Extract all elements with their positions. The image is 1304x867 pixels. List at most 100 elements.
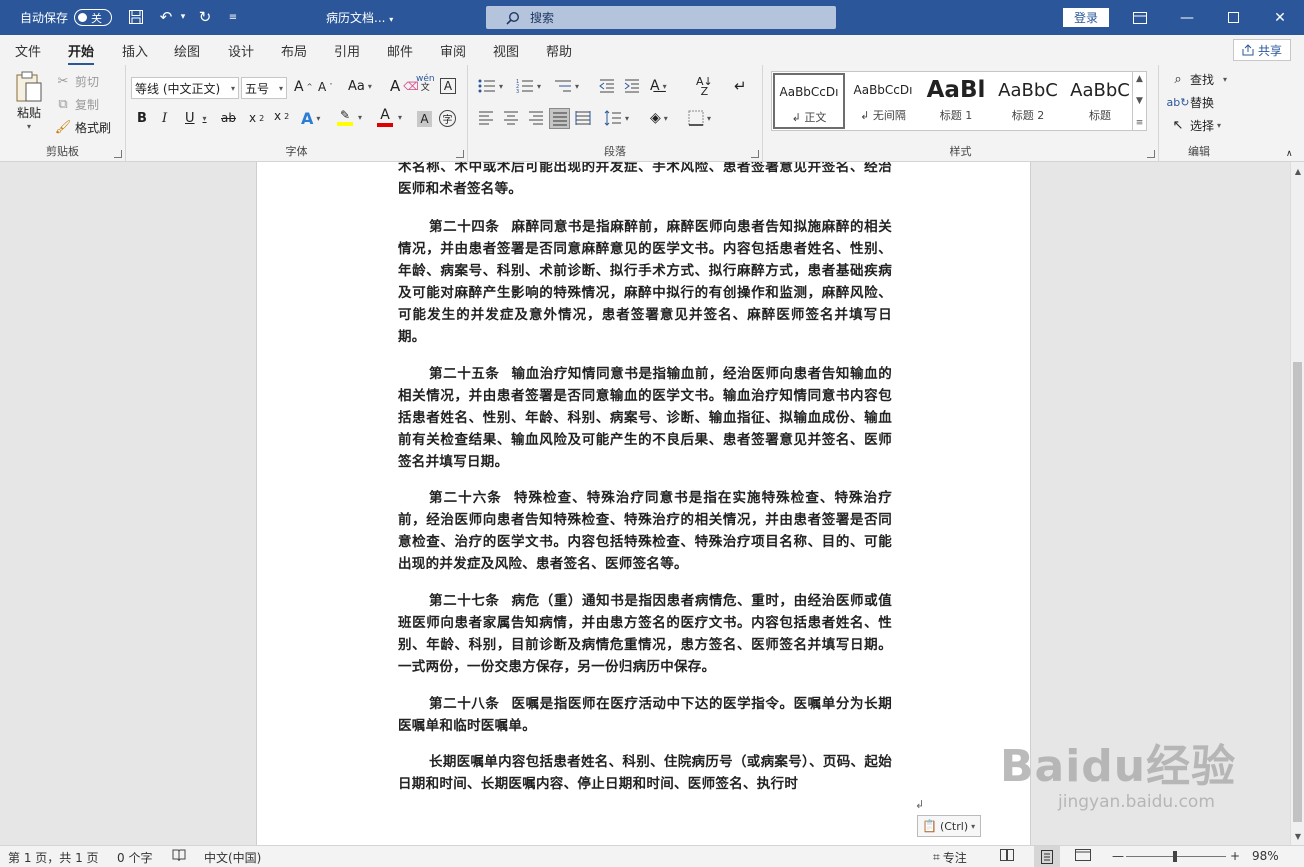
document-page[interactable]: 术名称、术中或术后可能出现的并发症、手术风险、患者签署意见并签名、经治医师和术者…	[256, 162, 1031, 845]
grow-font-icon[interactable]: A ^	[294, 79, 312, 95]
redo-icon[interactable]: ↻	[194, 7, 216, 27]
read-mode-icon[interactable]	[1000, 849, 1014, 861]
superscript-icon[interactable]: x2	[274, 109, 289, 123]
language[interactable]: 中文(中国)	[204, 849, 261, 866]
font-color-icon[interactable]: A	[377, 107, 393, 127]
focus-mode[interactable]: ⌗ 专注	[933, 849, 967, 866]
font-color-dropdown-icon[interactable]: ▾	[398, 113, 402, 122]
font-name-combo[interactable]: 等线 (中文正文) ▾	[131, 77, 239, 99]
subscript-icon[interactable]: x2	[249, 111, 264, 125]
tab-home[interactable]: 开始	[68, 41, 95, 66]
asian-layout-icon[interactable]: A͟ ▾	[650, 78, 667, 94]
clipboard-launcher-icon[interactable]	[114, 150, 122, 158]
paste-options-button[interactable]: 📋 (Ctrl) ▾	[917, 815, 981, 837]
customize-toolbar-icon[interactable]: ≡	[222, 7, 244, 27]
increase-indent-icon[interactable]	[624, 79, 640, 93]
format-painter-button[interactable]: 🖌 格式刷	[54, 118, 111, 136]
bold-icon[interactable]: B	[137, 111, 147, 126]
character-shading-icon[interactable]: A	[417, 111, 432, 127]
replace-button[interactable]: ab↻ 替换	[1167, 93, 1214, 111]
scroll-up-icon[interactable]: ▲	[1291, 164, 1304, 178]
phonetic-guide-icon[interactable]: wén 文	[416, 75, 435, 93]
vertical-scrollbar[interactable]: ▲ ▼	[1290, 162, 1304, 845]
styles-launcher-icon[interactable]	[1147, 150, 1155, 158]
style-title[interactable]: AaBbC 标题	[1064, 73, 1136, 129]
align-center-icon[interactable]	[503, 111, 519, 125]
maximize-icon[interactable]	[1210, 0, 1256, 35]
style-heading-2[interactable]: AaBbC 标题 2	[992, 73, 1064, 129]
tab-mailings[interactable]: 邮件	[387, 41, 413, 60]
print-layout-icon[interactable]	[1034, 846, 1060, 867]
ribbon-display-icon[interactable]	[1117, 0, 1163, 35]
shrink-font-icon[interactable]: Aˇ	[318, 80, 333, 94]
decrease-indent-icon[interactable]	[599, 79, 615, 93]
paste-button[interactable]: 粘贴 ▾	[14, 71, 44, 131]
cut-button[interactable]: ✂ 剪切	[54, 72, 99, 90]
proofing-icon[interactable]	[172, 849, 186, 862]
styles-down-icon[interactable]: ▼	[1136, 96, 1143, 106]
select-button[interactable]: ↖ 选择 ▾	[1169, 116, 1221, 134]
style-no-spacing[interactable]: AaBbCcDı ↲ 无间隔	[847, 73, 919, 129]
tab-insert[interactable]: 插入	[122, 41, 148, 60]
autosave[interactable]: 自动保存 关	[20, 9, 113, 26]
justify-icon[interactable]	[549, 108, 570, 129]
style-heading-1[interactable]: AaBl 标题 1	[920, 73, 992, 129]
tab-references[interactable]: 引用	[334, 41, 360, 60]
save-icon[interactable]	[125, 7, 147, 27]
tab-design[interactable]: 设计	[228, 41, 254, 60]
align-left-icon[interactable]	[478, 111, 494, 125]
word-count[interactable]: 0 个字	[117, 849, 152, 866]
page-count[interactable]: 第 1 页，共 1 页	[8, 849, 99, 866]
shading-icon[interactable]: ◈ ▾	[650, 110, 668, 126]
share-button[interactable]: 共享	[1233, 39, 1291, 61]
text-effects-icon[interactable]: A ▾	[301, 109, 320, 128]
highlight-dropdown-icon[interactable]: ▾	[358, 113, 362, 122]
tab-help[interactable]: 帮助	[546, 41, 572, 60]
minimize-icon[interactable]: —	[1164, 0, 1210, 35]
italic-icon[interactable]: I	[162, 111, 167, 126]
show-formatting-icon[interactable]: ↵	[734, 77, 747, 95]
find-button[interactable]: ⌕ 查找 ▾	[1169, 70, 1227, 88]
style-normal[interactable]: AaBbCcDı ↲ 正文	[773, 73, 845, 129]
paragraph-launcher-icon[interactable]	[751, 150, 759, 158]
font-size-combo[interactable]: 五号 ▾	[241, 77, 287, 99]
tab-layout[interactable]: 布局	[281, 41, 307, 60]
styles-more-icon[interactable]: ≡	[1136, 118, 1144, 128]
zoom-level[interactable]: 98%	[1252, 849, 1279, 863]
tab-view[interactable]: 视图	[493, 41, 519, 60]
sort-icon[interactable]: A↓ Z	[696, 76, 713, 97]
zoom-slider-thumb[interactable]	[1173, 851, 1177, 862]
scroll-thumb[interactable]	[1293, 362, 1302, 822]
autosave-toggle[interactable]: 关	[74, 9, 113, 26]
clear-format-icon[interactable]: A ⌫	[390, 77, 419, 95]
highlight-icon[interactable]: ✎	[337, 108, 353, 126]
borders-icon[interactable]: ▾	[688, 110, 711, 126]
line-spacing-icon[interactable]: ▾	[604, 110, 629, 126]
underline-icon[interactable]: U ▾	[185, 111, 207, 126]
styles-up-icon[interactable]: ▲	[1136, 74, 1143, 84]
search-box[interactable]: 搜索	[486, 6, 836, 29]
styles-scroll[interactable]: ▲ ▼ ≡	[1132, 72, 1146, 130]
multilevel-list-icon[interactable]: ▾	[554, 79, 579, 93]
tab-draw[interactable]: 绘图	[174, 41, 200, 60]
distributed-icon[interactable]	[575, 111, 591, 125]
enclose-characters-icon[interactable]: 字	[439, 110, 456, 127]
tab-file[interactable]: 文件	[15, 41, 41, 60]
collapse-ribbon-icon[interactable]: ∧	[1286, 149, 1293, 159]
copy-button[interactable]: ⧉ 复制	[54, 95, 99, 113]
font-launcher-icon[interactable]	[456, 150, 464, 158]
change-case-icon[interactable]: Aa ▾	[348, 79, 372, 94]
undo-dropdown-icon[interactable]: ▾	[172, 7, 194, 27]
document-title[interactable]: 病历文档... ▾	[326, 9, 393, 26]
close-icon[interactable]: ✕	[1257, 0, 1303, 35]
zoom-in-icon[interactable]: +	[1230, 849, 1240, 863]
scroll-down-icon[interactable]: ▼	[1291, 829, 1304, 843]
character-border-icon[interactable]: A	[440, 78, 456, 94]
web-layout-icon[interactable]	[1075, 849, 1091, 861]
numbering-icon[interactable]: 1 2 3 ▾	[516, 79, 541, 93]
tab-review[interactable]: 审阅	[440, 41, 466, 60]
login-button[interactable]: 登录	[1063, 8, 1109, 27]
strikethrough-icon[interactable]: ab	[221, 111, 236, 125]
zoom-out-icon[interactable]: —	[1112, 849, 1124, 863]
align-right-icon[interactable]	[528, 111, 544, 125]
